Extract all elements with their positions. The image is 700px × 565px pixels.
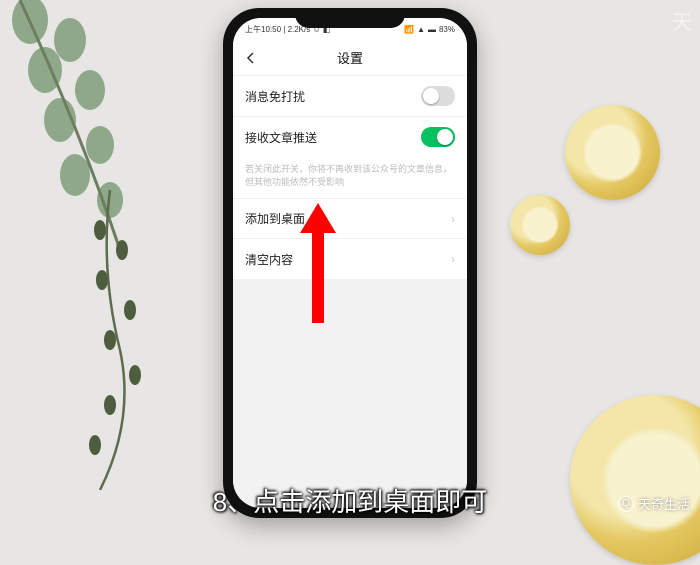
watermark-text: 天奇生活 xyxy=(638,494,690,513)
row-label: 清空内容 xyxy=(245,251,293,268)
chevron-left-icon xyxy=(245,52,257,64)
row-clear[interactable]: 清空内容 › xyxy=(233,239,467,279)
back-button[interactable] xyxy=(241,48,261,68)
row-add-to-home[interactable]: 添加到桌面 › xyxy=(233,199,467,239)
row-push[interactable]: 接收文章推送 xyxy=(233,117,467,157)
chevron-right-icon: › xyxy=(451,212,455,226)
annotation-arrow xyxy=(298,199,338,323)
watermark-bottom-right: Q 天奇生活 xyxy=(618,494,690,513)
phone-notch xyxy=(295,8,405,28)
row-label: 消息免打扰 xyxy=(245,88,305,105)
phone-frame: 上午10:50 | 2.2K/s ☺ ◧ 📶 ▲ ▬ 83% 设置 消息免打扰 xyxy=(223,8,477,518)
battery-icon: ▬ xyxy=(428,25,436,34)
chevron-right-icon: › xyxy=(451,252,455,266)
watermark-logo-icon: Q xyxy=(618,496,634,512)
toggle-dnd[interactable] xyxy=(421,86,455,106)
decor-citrus-1 xyxy=(565,105,660,200)
decor-vine-bottom xyxy=(40,190,180,490)
row-dnd[interactable]: 消息免打扰 xyxy=(233,76,467,117)
page-title: 设置 xyxy=(337,48,363,67)
decor-citrus-2 xyxy=(510,195,570,255)
settings-content: 消息免打扰 接收文章推送 若关闭此开关，你将不再收到该公众号的文章信息，但其他功… xyxy=(233,76,467,508)
phone-screen: 上午10:50 | 2.2K/s ☺ ◧ 📶 ▲ ▬ 83% 设置 消息免打扰 xyxy=(233,18,467,508)
wifi-icon: ▲ xyxy=(417,25,425,34)
signal-icon: 📶 xyxy=(404,25,414,34)
decor-citrus-3 xyxy=(570,395,700,565)
nav-bar: 设置 xyxy=(233,40,467,76)
decor-eucalyptus-top xyxy=(0,0,150,270)
battery-percent: 83% xyxy=(439,25,455,34)
settings-group: 消息免打扰 接收文章推送 若关闭此开关，你将不再收到该公众号的文章信息，但其他功… xyxy=(233,76,467,279)
push-hint: 若关闭此开关，你将不再收到该公众号的文章信息，但其他功能依然不受影响 xyxy=(233,157,467,199)
step-caption: 8、点击添加到桌面即可 xyxy=(0,482,700,519)
row-label: 添加到桌面 xyxy=(245,210,305,227)
row-label: 接收文章推送 xyxy=(245,129,317,146)
watermark-top-right: 天 xyxy=(672,6,692,35)
toggle-push[interactable] xyxy=(421,127,455,147)
status-indicators: 📶 ▲ ▬ 83% xyxy=(404,25,455,34)
